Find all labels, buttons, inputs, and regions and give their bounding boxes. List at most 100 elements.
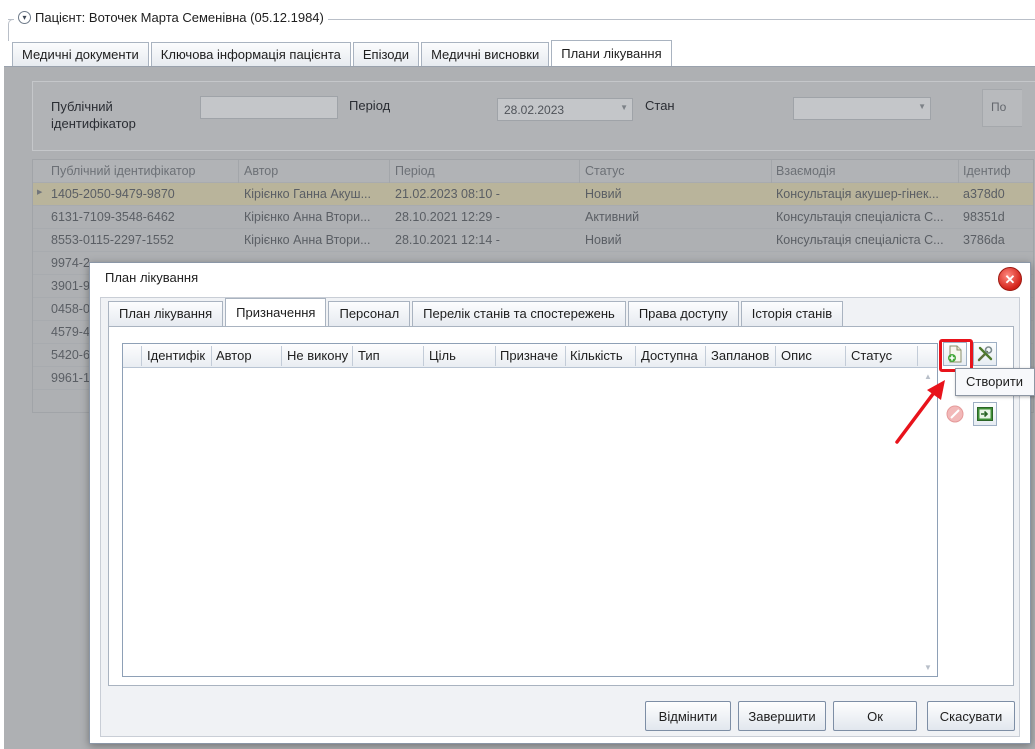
column-header[interactable]: Автор (216, 348, 280, 363)
column-header[interactable]: Ціль (429, 348, 489, 363)
patient-legend[interactable]: ▾ Пацієнт: Воточек Марта Семенівна (05.1… (14, 10, 328, 25)
column-separator (845, 346, 846, 366)
cell-interaction: Консультація спеціаліста С... (776, 210, 944, 224)
tab-access-rights[interactable]: Права доступу (627, 301, 739, 326)
column-separator (423, 346, 424, 366)
column-header[interactable]: Автор (244, 164, 384, 178)
column-header[interactable]: Публічний ідентифікатор (51, 164, 237, 178)
scroll-down-icon[interactable]: ▼ (924, 663, 932, 672)
main-tabs: Медичні документи Ключова інформація пац… (12, 40, 672, 66)
tab-personnel[interactable]: Персонал (328, 301, 411, 326)
column-header[interactable]: Статус (851, 348, 911, 363)
tab-prescriptions[interactable]: Призначення (225, 298, 327, 326)
tab-episodes[interactable]: Епізоди (352, 42, 420, 66)
cell-interaction: Консультація спеціаліста С... (776, 233, 944, 247)
tab-key-patient-info[interactable]: Ключова інформація пацієнта (150, 42, 351, 66)
period-label: Період (349, 98, 391, 113)
grid-header: Ідентифік Автор Не викону Тип Ціль Призн… (123, 344, 937, 368)
cell-author: Кірієнко Ганна Акуш... (244, 187, 371, 201)
column-separator (238, 160, 239, 183)
period-date-input[interactable]: 28.02.2023 ▼ (497, 98, 633, 121)
close-icon[interactable]: ✕ (998, 267, 1022, 291)
cell-identifier: 3786da (963, 233, 1005, 247)
export-button[interactable] (973, 402, 997, 426)
period-value: 28.02.2023 (504, 103, 565, 117)
grid-header: Публічний ідентифікатор Автор Період Ста… (33, 160, 1033, 183)
edit-button[interactable] (973, 342, 997, 366)
column-header[interactable]: Призначе (500, 348, 564, 363)
column-separator (635, 346, 636, 366)
cell-public-id: 6131-7109-3548-6462 (51, 210, 175, 224)
search-button-label: По (991, 100, 1007, 114)
column-header[interactable]: Взаємодія (776, 164, 956, 178)
column-header[interactable]: Не викону (287, 348, 351, 363)
collapse-icon[interactable]: ▾ (18, 11, 31, 24)
column-header[interactable]: Період (395, 164, 575, 178)
prescriptions-grid: Ідентифік Автор Не викону Тип Ціль Призн… (122, 343, 938, 677)
column-header[interactable]: Запланов (711, 348, 772, 363)
column-separator (211, 346, 212, 366)
ok-button[interactable]: Ок (833, 701, 917, 731)
column-header[interactable]: Ідентифік (147, 348, 209, 363)
table-row[interactable]: 6131-7109-3548-6462 Кірієнко Анна Втори.… (33, 206, 1033, 229)
prescriptions-tab-content: Ідентифік Автор Не викону Тип Ціль Призн… (108, 326, 1014, 686)
cell-identifier: 98351d (963, 210, 1005, 224)
column-separator (917, 346, 918, 366)
cell-status: Новий (585, 233, 622, 247)
dialog-tabs: План лікування Призначення Персонал Пере… (108, 298, 844, 326)
chevron-down-icon[interactable]: ▼ (620, 103, 628, 112)
close-dialog-button[interactable]: Скасувати (927, 701, 1015, 731)
column-separator (281, 346, 282, 366)
column-separator (705, 346, 706, 366)
chevron-down-icon[interactable]: ▼ (918, 102, 926, 111)
column-header[interactable]: Ідентиф (963, 164, 1013, 178)
cell-period: 21.02.2023 08:10 - (395, 187, 500, 201)
table-row[interactable]: 8553-0115-2297-1552 Кірієнко Анна Втори.… (33, 229, 1033, 252)
cell-interaction: Консультація акушер-гінек... (776, 187, 939, 201)
column-separator (771, 160, 772, 183)
cell-period: 28.10.2021 12:29 - (395, 210, 500, 224)
tools-icon (977, 346, 993, 362)
state-select[interactable]: ▼ (793, 97, 931, 120)
search-button[interactable]: По (982, 89, 1022, 127)
state-label: Стан (645, 98, 675, 113)
tab-treatment-plan[interactable]: План лікування (108, 301, 224, 326)
public-id-label: Публічний ідентифікатор (51, 99, 136, 131)
tab-state-history[interactable]: Історія станів (740, 301, 844, 326)
export-icon (977, 407, 993, 421)
tab-treatment-plans[interactable]: Плани лікування (551, 40, 672, 66)
tab-medical-documents[interactable]: Медичні документи (12, 42, 149, 66)
column-header[interactable]: Статус (585, 164, 771, 178)
column-header[interactable]: Кількість (570, 348, 632, 363)
complete-button[interactable]: Завершити (738, 701, 826, 731)
column-separator (141, 346, 142, 366)
column-separator (579, 160, 580, 183)
filter-panel: Публічний ідентифікатор Період 28.02.202… (32, 81, 1035, 151)
row-indicator-icon: ▶ (37, 189, 43, 196)
column-header[interactable]: Тип (358, 348, 418, 363)
patient-label: Пацієнт: Воточек Марта Семенівна (05.12.… (35, 10, 324, 25)
column-separator (775, 346, 776, 366)
arrow-annotation-icon (895, 380, 945, 444)
cell-identifier: a378d0 (963, 187, 1005, 201)
column-separator (352, 346, 353, 366)
tab-medical-conclusions[interactable]: Медичні висновки (421, 42, 550, 66)
table-row[interactable]: ▶ 1405-2050-9479-9870 Кірієнко Ганна Аку… (33, 183, 1033, 206)
tab-conditions-observations[interactable]: Перелік станів та спостережень (412, 301, 626, 326)
treatment-plan-dialog: План лікування ✕ План лікування Призначе… (89, 262, 1031, 744)
cell-public-id: 1405-2050-9479-9870 (51, 187, 175, 201)
column-header[interactable]: Доступна (641, 348, 703, 363)
create-tooltip: Створити (955, 368, 1035, 396)
cell-author: Кірієнко Анна Втори... (244, 210, 371, 224)
cell-status: Активний (585, 210, 640, 224)
column-separator (389, 160, 390, 183)
cancel-action-button[interactable]: Відмінити (645, 701, 731, 731)
public-id-input[interactable] (200, 96, 338, 119)
column-separator (495, 346, 496, 366)
column-header[interactable]: Опис (781, 348, 841, 363)
dialog-title: План лікування (105, 270, 199, 285)
cell-period: 28.10.2021 12:14 - (395, 233, 500, 247)
column-separator (565, 346, 566, 366)
cell-author: Кірієнко Анна Втори... (244, 233, 371, 247)
cell-status: Новий (585, 187, 622, 201)
